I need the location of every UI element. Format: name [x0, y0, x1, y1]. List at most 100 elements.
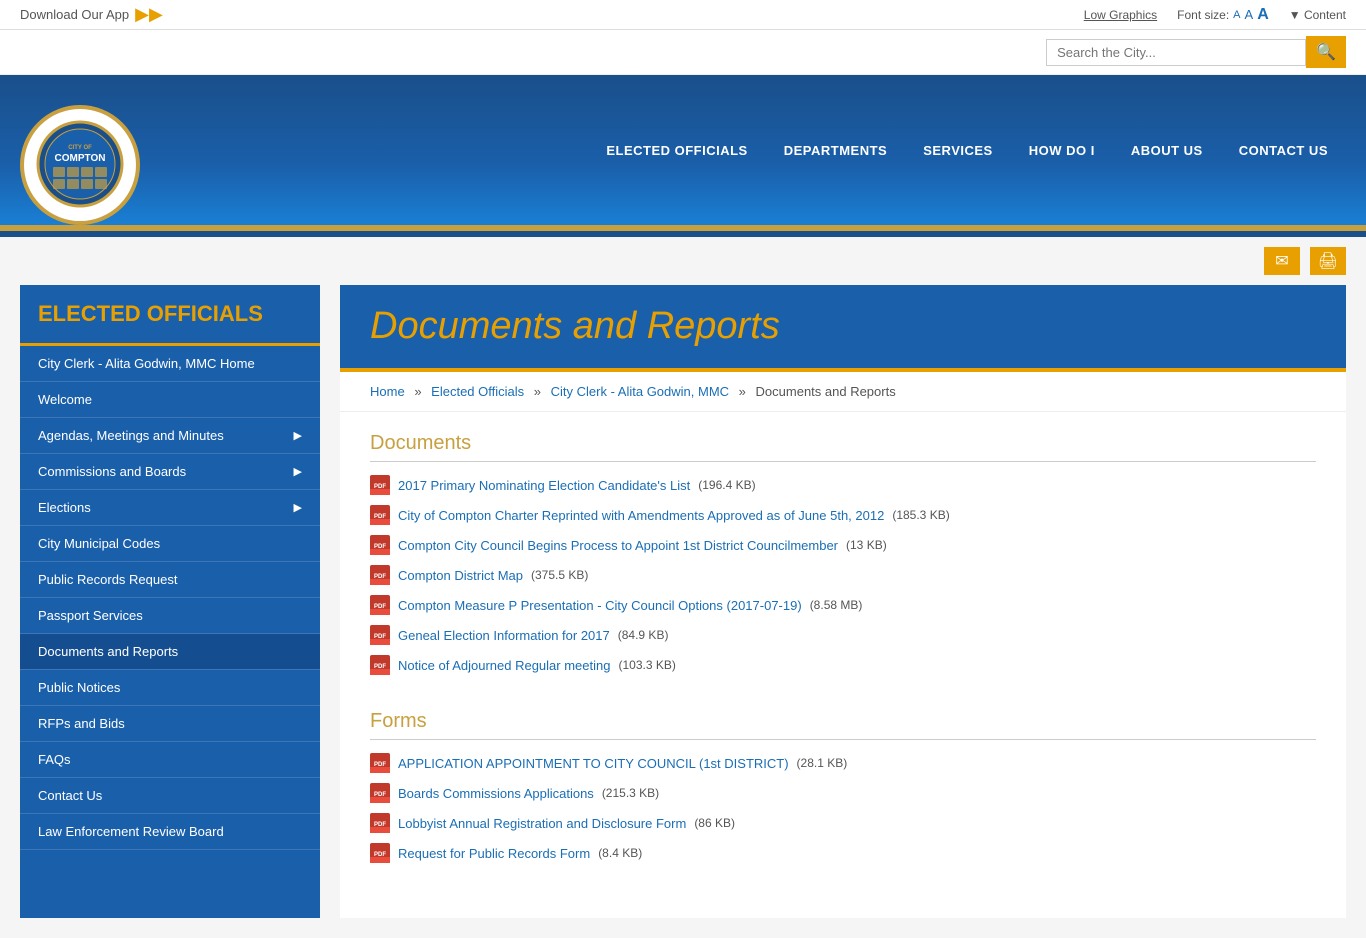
sidebar-item[interactable]: Commissions and Boards▶ — [20, 454, 320, 489]
page-title: Documents and Reports — [370, 305, 1316, 348]
breadcrumb-home[interactable]: Home — [370, 384, 405, 399]
document-link[interactable]: Compton Measure P Presentation - City Co… — [398, 598, 802, 613]
breadcrumb-level2[interactable]: City Clerk - Alita Godwin, MMC — [551, 384, 729, 399]
print-icon-btn[interactable]: 🖨 — [1310, 247, 1346, 275]
svg-text:PDF: PDF — [374, 544, 386, 550]
svg-text:CITY OF: CITY OF — [68, 145, 92, 151]
sidebar-item[interactable]: Welcome — [20, 382, 320, 417]
pdf-icon: PDF — [370, 753, 390, 773]
sidebar-item[interactable]: Public Notices — [20, 670, 320, 705]
list-item: PDF Boards Commissions Applications (215.… — [370, 778, 1316, 808]
nav-item-about-us[interactable]: ABOUT US — [1113, 123, 1221, 178]
sidebar-item-label: Public Records Request — [38, 572, 177, 587]
document-link[interactable]: Lobbyist Annual Registration and Disclos… — [398, 816, 686, 831]
list-item: PDFCompton District Map (375.5 KB) — [370, 560, 1316, 590]
action-icons-row: ✉ 🖨 — [0, 237, 1366, 285]
section-heading: Documents — [370, 432, 1316, 462]
svg-text:PDF: PDF — [374, 634, 386, 640]
svg-text:PDF: PDF — [374, 664, 386, 670]
breadcrumb-sep2: » — [534, 384, 541, 399]
sidebar-item-label: Documents and Reports — [38, 644, 178, 659]
logo-area[interactable]: CITY OF COMPTON — [20, 75, 140, 225]
sidebar-item[interactable]: Elections▶ — [20, 490, 320, 525]
logo-text: CITY OF COMPTON — [35, 119, 125, 211]
sidebar-item-label: Law Enforcement Review Board — [38, 824, 224, 839]
sidebar-item[interactable]: Contact Us — [20, 778, 320, 813]
pdf-icon: PDF — [370, 655, 390, 675]
content-toggle-btn[interactable]: ▼ Content — [1289, 8, 1346, 22]
svg-text:PDF: PDF — [374, 852, 386, 858]
section-heading: Forms — [370, 710, 1316, 740]
document-size: (84.9 KB) — [618, 628, 669, 642]
email-icon: ✉ — [1275, 251, 1288, 271]
pdf-icon: PDF — [370, 783, 390, 803]
app-arrow-icon: ▶▶ — [135, 4, 163, 25]
document-link[interactable]: APPLICATION APPOINTMENT TO CITY COUNCIL … — [398, 756, 789, 771]
download-app-area[interactable]: Download Our App ▶▶ — [20, 4, 163, 25]
sidebar-item[interactable]: City Clerk - Alita Godwin, MMC Home — [20, 346, 320, 381]
main-nav: ELECTED OFFICIALSDEPARTMENTSSERVICESHOW … — [588, 123, 1346, 178]
pdf-icon: PDF — [370, 505, 390, 525]
font-size-label: Font size: — [1177, 8, 1229, 22]
email-icon-btn[interactable]: ✉ — [1264, 247, 1300, 275]
document-link[interactable]: Boards Commissions Applications — [398, 786, 594, 801]
svg-text:PDF: PDF — [374, 604, 386, 610]
document-link[interactable]: Notice of Adjourned Regular meeting — [398, 658, 610, 673]
search-button[interactable]: 🔍 — [1306, 36, 1346, 68]
svg-text:PDF: PDF — [374, 514, 386, 520]
document-list: PDF APPLICATION APPOINTMENT TO CITY COUNC… — [370, 748, 1316, 868]
document-link[interactable]: Geneal Election Information for 2017 — [398, 628, 610, 643]
nav-item-departments[interactable]: DEPARTMENTS — [766, 123, 905, 178]
arrow-icon: ▶ — [294, 501, 302, 514]
nav-item-elected-officials[interactable]: ELECTED OFFICIALS — [588, 123, 765, 178]
font-small-btn[interactable]: A — [1233, 9, 1240, 21]
document-size: (8.58 MB) — [810, 598, 863, 612]
search-wrapper: 🔍 — [1046, 36, 1346, 68]
sidebar-item[interactable]: City Municipal Codes — [20, 526, 320, 561]
nav-item-services[interactable]: SERVICES — [905, 123, 1011, 178]
breadcrumb-sep3: » — [739, 384, 746, 399]
content-toggle-label: ▼ Content — [1289, 8, 1346, 22]
list-item: PDF City of Compton Charter Reprinted wit… — [370, 500, 1316, 530]
document-size: (185.3 KB) — [892, 508, 949, 522]
sidebar-item[interactable]: RFPs and Bids — [20, 706, 320, 741]
list-item: PDF2017 Primary Nominating Election Cand… — [370, 470, 1316, 500]
nav-item-how-do-i[interactable]: HOW DO I — [1011, 123, 1113, 178]
sidebar-item[interactable]: Passport Services — [20, 598, 320, 633]
list-item: PDF Lobbyist Annual Registration and Disc… — [370, 808, 1316, 838]
print-icon: 🖨 — [1318, 251, 1338, 271]
font-med-btn[interactable]: A — [1245, 7, 1254, 22]
sidebar-item-label: Agendas, Meetings and Minutes — [38, 428, 224, 443]
font-large-btn[interactable]: A — [1257, 6, 1269, 24]
sidebar-item-label: City Clerk - Alita Godwin, MMC Home — [38, 356, 255, 371]
pdf-icon: PDF — [370, 813, 390, 833]
document-link[interactable]: Compton District Map — [398, 568, 523, 583]
low-graphics-link[interactable]: Low Graphics — [1084, 8, 1157, 22]
sidebar-item-label: FAQs — [38, 752, 71, 767]
top-controls: Low Graphics Font size: A A A ▼ Content — [1084, 6, 1346, 24]
breadcrumb-level1[interactable]: Elected Officials — [431, 384, 524, 399]
list-item: PDFRequest for Public Records Form (8.4 … — [370, 838, 1316, 868]
document-link[interactable]: Compton City Council Begins Process to A… — [398, 538, 838, 553]
list-item: PDF Compton City Council Begins Process t… — [370, 530, 1316, 560]
document-link[interactable]: 2017 Primary Nominating Election Candida… — [398, 478, 690, 493]
pdf-icon: PDF — [370, 625, 390, 645]
sidebar-item[interactable]: FAQs — [20, 742, 320, 777]
breadcrumb-sep1: » — [414, 384, 421, 399]
sidebar-item[interactable]: Documents and Reports — [20, 634, 320, 669]
sidebar-item[interactable]: Public Records Request — [20, 562, 320, 597]
top-bar: Download Our App ▶▶ Low Graphics Font si… — [0, 0, 1366, 30]
arrow-icon: ▶ — [294, 465, 302, 478]
sidebar-item[interactable]: Agendas, Meetings and Minutes▶ — [20, 418, 320, 453]
document-size: (215.3 KB) — [602, 786, 659, 800]
sidebar-item[interactable]: Law Enforcement Review Board — [20, 814, 320, 849]
list-item: PDF Compton Measure P Presentation - City… — [370, 590, 1316, 620]
list-item: PDFNotice of Adjourned Regular meeting (… — [370, 650, 1316, 680]
document-link[interactable]: City of Compton Charter Reprinted with A… — [398, 508, 884, 523]
breadcrumb: Home » Elected Officials » City Clerk - … — [340, 372, 1346, 412]
search-input[interactable] — [1046, 39, 1306, 66]
list-item: PDFGeneal Election Information for 2017 … — [370, 620, 1316, 650]
nav-item-contact-us[interactable]: CONTACT US — [1221, 123, 1346, 178]
pdf-icon: PDF — [370, 595, 390, 615]
document-link[interactable]: Request for Public Records Form — [398, 846, 590, 861]
